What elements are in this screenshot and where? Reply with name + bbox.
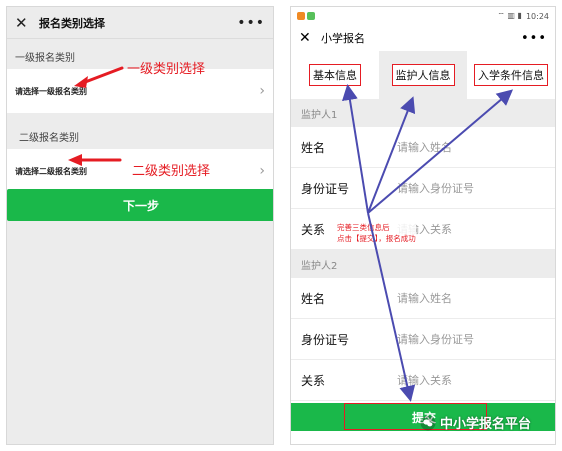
right-nav-bar: ✕ 小学报名 ••• bbox=[291, 25, 555, 51]
tab-basic-info[interactable]: 基本信息 bbox=[291, 51, 379, 99]
field-label: 姓名 bbox=[301, 291, 326, 306]
field-label: 身份证号 bbox=[301, 332, 350, 347]
tab-label: 基本信息 bbox=[309, 64, 361, 86]
guardian2-heading: 监护人2 bbox=[291, 250, 555, 278]
guardian2-relation-row: 关系 bbox=[291, 360, 555, 401]
left-nav-bar: ✕ 报名类别选择 ••• bbox=[7, 7, 273, 39]
guardian2-name-input[interactable] bbox=[397, 291, 555, 305]
note-line: 完善三类信息后 bbox=[337, 223, 390, 232]
notification-icons bbox=[297, 12, 315, 20]
field-label: 姓名 bbox=[301, 140, 326, 155]
guardian1-id-input[interactable] bbox=[397, 181, 555, 195]
chevron-right-icon: › bbox=[259, 83, 265, 99]
field-label: 身份证号 bbox=[301, 181, 350, 196]
guardian2-name-row: 姓名 bbox=[291, 278, 555, 319]
tab-enrollment-conditions[interactable]: 入学条件信息 bbox=[467, 51, 555, 99]
guardian1-name-input[interactable] bbox=[397, 140, 555, 154]
app-notification-icon bbox=[297, 12, 305, 20]
close-icon[interactable]: ✕ bbox=[299, 30, 317, 46]
instruction-note: 完善三类信息后 点击【提交】，报名成功 bbox=[337, 222, 416, 244]
status-bar: ⌔ ▥ ▮ 10:24 bbox=[291, 7, 555, 25]
annotation-level2: 二级类别选择 bbox=[132, 164, 211, 179]
annotation-level1: 一级类别选择 bbox=[127, 62, 206, 77]
section-tabs: 基本信息 监护人信息 入学条件信息 bbox=[291, 51, 555, 99]
watermark-text: 中小学报名平台 bbox=[440, 417, 532, 432]
page-title: 报名类别选择 bbox=[39, 16, 105, 30]
tab-guardian-info[interactable]: 监护人信息 bbox=[379, 51, 467, 99]
field-label: 关系 bbox=[301, 373, 326, 388]
close-icon[interactable]: ✕ bbox=[15, 14, 33, 32]
app-notification-icon bbox=[307, 12, 315, 20]
screenshot-stage: ✕ 报名类别选择 ••• 一级报名类别 请选择一级报名类别 › 二级报名类别 请… bbox=[0, 0, 562, 451]
level2-section-label: 二级报名类别 bbox=[19, 133, 79, 144]
level1-placeholder: 请选择一级报名类别 bbox=[15, 86, 87, 96]
more-icon[interactable]: ••• bbox=[521, 31, 547, 46]
signal-battery-icons: ⌔ ▥ ▮ bbox=[497, 11, 522, 20]
chevron-right-icon: › bbox=[259, 163, 265, 179]
guardian2-id-input[interactable] bbox=[397, 332, 555, 346]
note-line: 点击【提交】，报名成功 bbox=[337, 234, 416, 243]
guardian1-id-row: 身份证号 bbox=[291, 168, 555, 209]
guardian1-relation-row: 关系 bbox=[291, 209, 555, 250]
tab-label: 入学条件信息 bbox=[474, 64, 548, 86]
page-title: 小学报名 bbox=[321, 32, 365, 45]
next-step-button[interactable]: 下一步 bbox=[7, 189, 273, 221]
primary-school-registration-screen: ⌔ ▥ ▮ 10:24 ✕ 小学报名 ••• 基本信息 监护人信息 入学条件信息… bbox=[290, 6, 556, 445]
guardian2-id-row: 身份证号 bbox=[291, 319, 555, 360]
guardian1-name-row: 姓名 bbox=[291, 127, 555, 168]
guardian1-heading: 监护人1 bbox=[291, 99, 555, 127]
status-time: 10:24 bbox=[525, 11, 549, 21]
wechat-icon bbox=[420, 415, 436, 430]
guardian2-relation-input[interactable] bbox=[397, 373, 555, 387]
platform-watermark: 中小学报名平台 bbox=[420, 413, 531, 432]
more-icon[interactable]: ••• bbox=[237, 15, 265, 31]
tab-label: 监护人信息 bbox=[391, 64, 455, 86]
guardian1-relation-input[interactable] bbox=[397, 222, 555, 236]
